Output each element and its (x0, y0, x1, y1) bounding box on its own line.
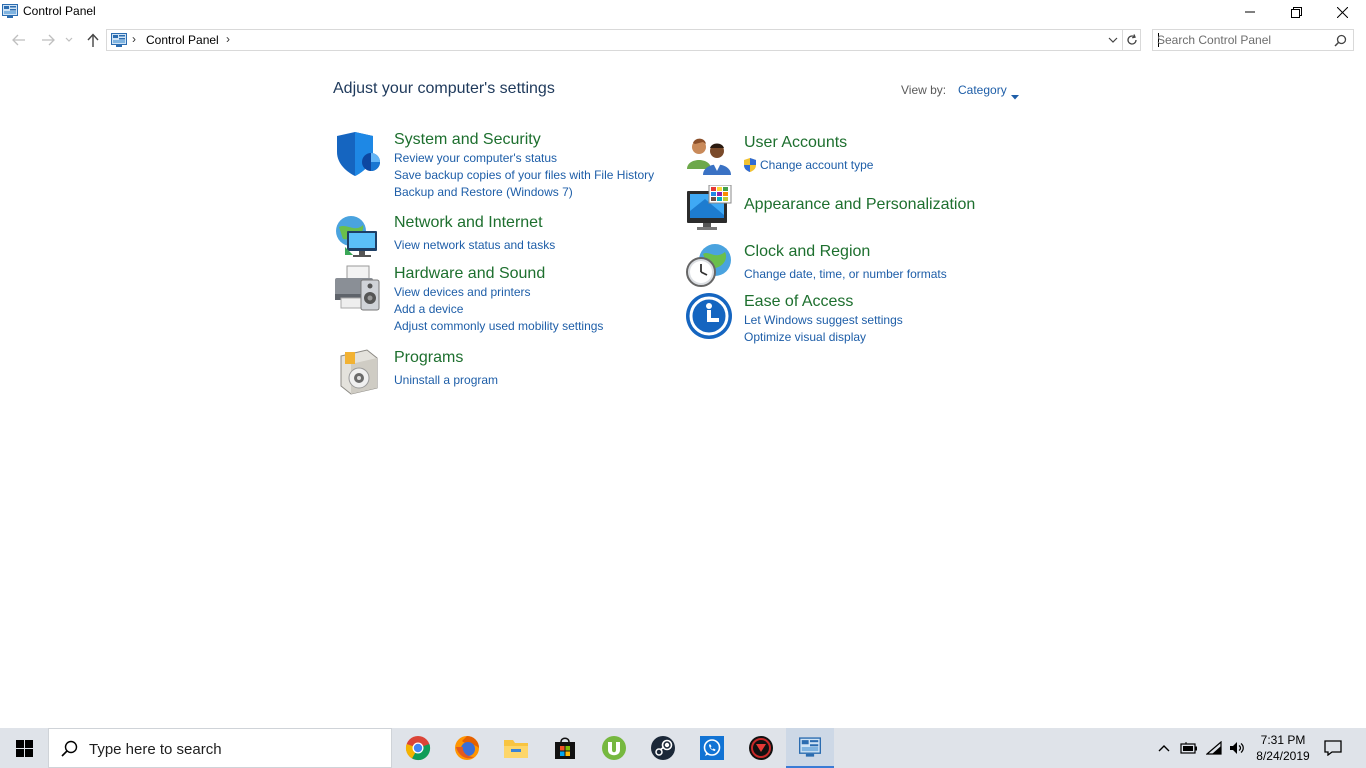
volume-icon[interactable] (1226, 728, 1248, 768)
taskbar-search-box[interactable]: Type here to search (48, 728, 392, 768)
chevron-down-icon (65, 37, 73, 42)
notification-icon (1324, 740, 1342, 756)
restore-icon (1290, 6, 1302, 18)
steam-icon[interactable] (639, 728, 687, 768)
task-link[interactable]: Optimize visual display (744, 330, 866, 344)
task-link[interactable]: Save backup copies of your files with Fi… (394, 168, 654, 182)
category-title[interactable]: User Accounts (744, 134, 847, 152)
chevron-right-icon[interactable]: › (226, 32, 230, 46)
users-icon[interactable] (685, 133, 733, 181)
forward-button[interactable] (38, 30, 58, 50)
view-by-label: View by: (901, 83, 947, 97)
wifi-icon[interactable] (1203, 728, 1225, 768)
monitor-palette-icon[interactable] (685, 184, 733, 233)
ease-of-access-icon[interactable] (685, 292, 733, 340)
task-link[interactable]: Let Windows suggest settings (744, 313, 903, 327)
task-link[interactable]: Backup and Restore (Windows 7) (394, 185, 573, 199)
search-box[interactable] (1152, 29, 1354, 51)
control-panel-icon (111, 33, 127, 47)
back-arrow-icon (12, 34, 25, 46)
game-app-icon[interactable] (737, 728, 785, 768)
control-panel-taskbar-button[interactable] (786, 728, 834, 768)
chevron-right-icon[interactable]: › (132, 32, 136, 46)
window-title: Control Panel (23, 4, 96, 18)
store-icon[interactable] (541, 728, 589, 768)
address-dropdown-button[interactable] (1108, 33, 1120, 47)
programs-disc-icon[interactable] (333, 348, 381, 396)
taskbar: Type here to search 7:31 PM 8/24/2019 (0, 728, 1366, 768)
category-system-and-security: System and Security Review your computer… (333, 130, 663, 205)
clock-time: 7:31 PM (1260, 733, 1306, 747)
taskbar-search-placeholder: Type here to search (89, 741, 222, 758)
file-explorer-icon[interactable] (492, 728, 540, 768)
category-user-accounts: User Accounts Change account type (685, 133, 1015, 178)
refresh-button[interactable] (1123, 29, 1141, 51)
category-network-and-internet: Network and Internet View network status… (333, 213, 663, 258)
category-title[interactable]: Programs (394, 349, 463, 367)
task-link[interactable]: Change date, time, or number formats (744, 267, 947, 281)
chrome-icon[interactable] (394, 728, 442, 768)
page-title: Adjust your computer's settings (333, 80, 555, 97)
up-button[interactable] (83, 30, 103, 50)
printer-speaker-icon[interactable] (333, 264, 381, 312)
back-button[interactable] (9, 30, 29, 50)
title-bar[interactable]: Control Panel (0, 0, 1366, 24)
breadcrumb-control-panel[interactable]: Control Panel (146, 33, 219, 47)
task-link[interactable]: Review your computer's status (394, 151, 557, 165)
system-clock[interactable]: 7:31 PM 8/24/2019 (1252, 732, 1314, 764)
category-clock-and-region: Clock and Region Change date, time, or n… (685, 242, 1015, 290)
windows-logo-icon (15, 739, 33, 757)
minimize-button[interactable] (1227, 0, 1273, 24)
close-button[interactable] (1319, 0, 1365, 24)
battery-icon[interactable] (1178, 728, 1200, 768)
whatsapp-icon[interactable] (688, 728, 736, 768)
action-center-button[interactable] (1318, 728, 1348, 768)
control-panel-icon (2, 4, 18, 18)
utorrent-icon[interactable] (590, 728, 638, 768)
category-title[interactable]: Ease of Access (744, 293, 853, 311)
category-title[interactable]: Clock and Region (744, 243, 870, 261)
view-by-dropdown[interactable]: Category (958, 83, 1007, 97)
category-title[interactable]: Hardware and Sound (394, 265, 545, 283)
task-link[interactable]: Change account type (760, 158, 873, 172)
firefox-icon[interactable] (443, 728, 491, 768)
task-link[interactable]: Adjust commonly used mobility settings (394, 319, 603, 333)
recent-locations-button[interactable] (62, 30, 76, 50)
control-panel-icon (799, 737, 821, 757)
task-link[interactable]: View devices and printers (394, 285, 531, 299)
address-bar[interactable]: › Control Panel › (106, 29, 1123, 51)
network-icon[interactable] (333, 213, 381, 261)
search-icon (61, 740, 78, 762)
category-title[interactable]: Appearance and Personalization (744, 196, 975, 214)
clock-date: 8/24/2019 (1256, 749, 1310, 763)
task-link[interactable]: Uninstall a program (394, 373, 498, 387)
control-panel-window: Control Panel › Control Panel › Search C… (0, 0, 1366, 728)
caret-down-icon[interactable] (1011, 87, 1019, 105)
up-arrow-icon (87, 33, 99, 47)
shield-icon[interactable] (333, 130, 381, 178)
clock-globe-icon[interactable] (685, 242, 733, 290)
category-hardware-and-sound: Hardware and Sound View devices and prin… (333, 264, 663, 339)
category-appearance-and-personalization: Appearance and Personalization (685, 184, 1015, 233)
navigation-bar: › Control Panel › (0, 28, 1366, 52)
uac-shield-icon (743, 157, 757, 178)
chevron-up-icon (1158, 745, 1170, 752)
category-title[interactable]: Network and Internet (394, 214, 543, 232)
close-icon (1336, 6, 1348, 18)
task-link[interactable]: Add a device (394, 302, 463, 316)
search-input[interactable] (1157, 32, 1327, 48)
search-icon[interactable] (1334, 34, 1347, 52)
category-programs: Programs Uninstall a program (333, 348, 663, 396)
category-ease-of-access: Ease of Access Let Windows suggest setti… (685, 292, 1015, 344)
chevron-down-icon (1108, 37, 1118, 43)
forward-arrow-icon (42, 34, 55, 46)
show-hidden-icons-button[interactable] (1154, 728, 1174, 768)
category-title[interactable]: System and Security (394, 131, 541, 149)
refresh-icon (1126, 34, 1137, 45)
restore-button[interactable] (1273, 0, 1319, 24)
task-link[interactable]: View network status and tasks (394, 238, 555, 252)
start-button[interactable] (0, 728, 48, 768)
minimize-icon (1245, 11, 1255, 13)
